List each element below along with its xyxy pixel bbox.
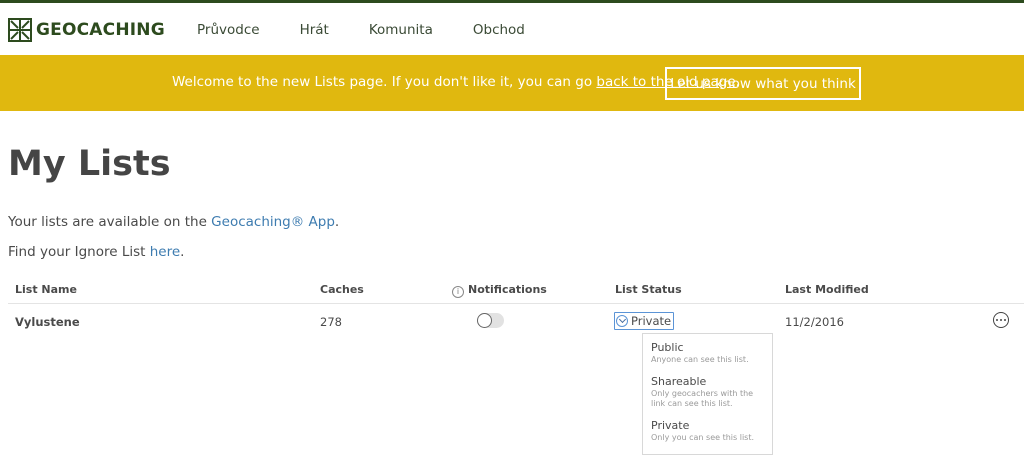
ignore-list-text: Find your Ignore List here. bbox=[8, 244, 184, 260]
geocaching-logo-icon bbox=[8, 18, 32, 42]
list-name-cell[interactable]: Vylustene bbox=[15, 315, 80, 329]
geocaching-app-link[interactable]: Geocaching® App bbox=[211, 214, 335, 230]
caches-count-cell: 278 bbox=[320, 315, 342, 329]
column-header-last-modified[interactable]: Last Modified bbox=[785, 283, 869, 296]
option-description-line: link can see this list. bbox=[651, 399, 733, 408]
nav-pruvodce[interactable]: Průvodce bbox=[197, 22, 260, 38]
main-nav: Průvodce Hrát Komunita Obchod bbox=[197, 22, 565, 38]
list-status-dropdown: Public Anyone can see this list. Shareab… bbox=[642, 333, 773, 455]
banner-text-before: Welcome to the new Lists page. If you do… bbox=[172, 74, 597, 90]
option-description: Only you can see this list. bbox=[651, 433, 755, 442]
option-title: Shareable bbox=[651, 375, 707, 388]
last-modified-cell: 11/2/2016 bbox=[785, 315, 844, 329]
table-header-divider bbox=[8, 303, 1024, 304]
logo-text: GEOCACHING bbox=[36, 20, 165, 40]
more-options-icon[interactable] bbox=[993, 312, 1009, 328]
column-header-caches[interactable]: Caches bbox=[320, 283, 364, 296]
line2-before: Find your Ignore List bbox=[8, 244, 150, 260]
chevron-down-icon bbox=[616, 315, 628, 327]
nav-komunita[interactable]: Komunita bbox=[369, 22, 433, 38]
option-title: Public bbox=[651, 341, 684, 354]
column-header-list-status[interactable]: List Status bbox=[615, 283, 682, 296]
column-header-list-name[interactable]: List Name bbox=[15, 283, 77, 296]
column-header-notifications: i Notifications bbox=[452, 283, 547, 298]
site-header: GEOCACHING Průvodce Hrát Komunita Obchod bbox=[0, 3, 1024, 56]
list-status-select[interactable]: Private bbox=[614, 312, 675, 330]
app-availability-text: Your lists are available on the Geocachi… bbox=[8, 214, 339, 230]
line2-after: . bbox=[180, 244, 185, 260]
status-option-public[interactable]: Public Anyone can see this list. bbox=[651, 341, 749, 365]
option-description: Anyone can see this list. bbox=[651, 355, 749, 364]
geocaching-logo[interactable]: GEOCACHING bbox=[8, 17, 165, 43]
line1-before: Your lists are available on the bbox=[8, 214, 212, 230]
option-description-line: Only geocachers with the bbox=[651, 389, 754, 398]
list-status-value: Private bbox=[631, 314, 672, 328]
notifications-header-label: Notifications bbox=[468, 283, 547, 296]
toggle-knob bbox=[477, 313, 492, 328]
nav-hrat[interactable]: Hrát bbox=[300, 22, 329, 38]
banner-message: Welcome to the new Lists page. If you do… bbox=[172, 74, 740, 90]
nav-obchod[interactable]: Obchod bbox=[473, 22, 525, 38]
line1-after: . bbox=[334, 214, 340, 230]
status-option-private[interactable]: Private Only you can see this list. bbox=[651, 419, 754, 443]
notifications-toggle[interactable] bbox=[477, 313, 504, 328]
page-title: My Lists bbox=[8, 144, 171, 184]
ignore-list-link[interactable]: here bbox=[150, 244, 180, 260]
info-icon[interactable]: i bbox=[452, 286, 464, 298]
option-title: Private bbox=[651, 419, 690, 432]
feedback-button[interactable]: Let us know what you think bbox=[665, 67, 861, 100]
option-description: Only geocachers with the link can see thi… bbox=[651, 389, 753, 409]
status-option-shareable[interactable]: Shareable Only geocachers with the link c… bbox=[651, 375, 753, 409]
new-lists-banner: Welcome to the new Lists page. If you do… bbox=[0, 55, 1024, 111]
